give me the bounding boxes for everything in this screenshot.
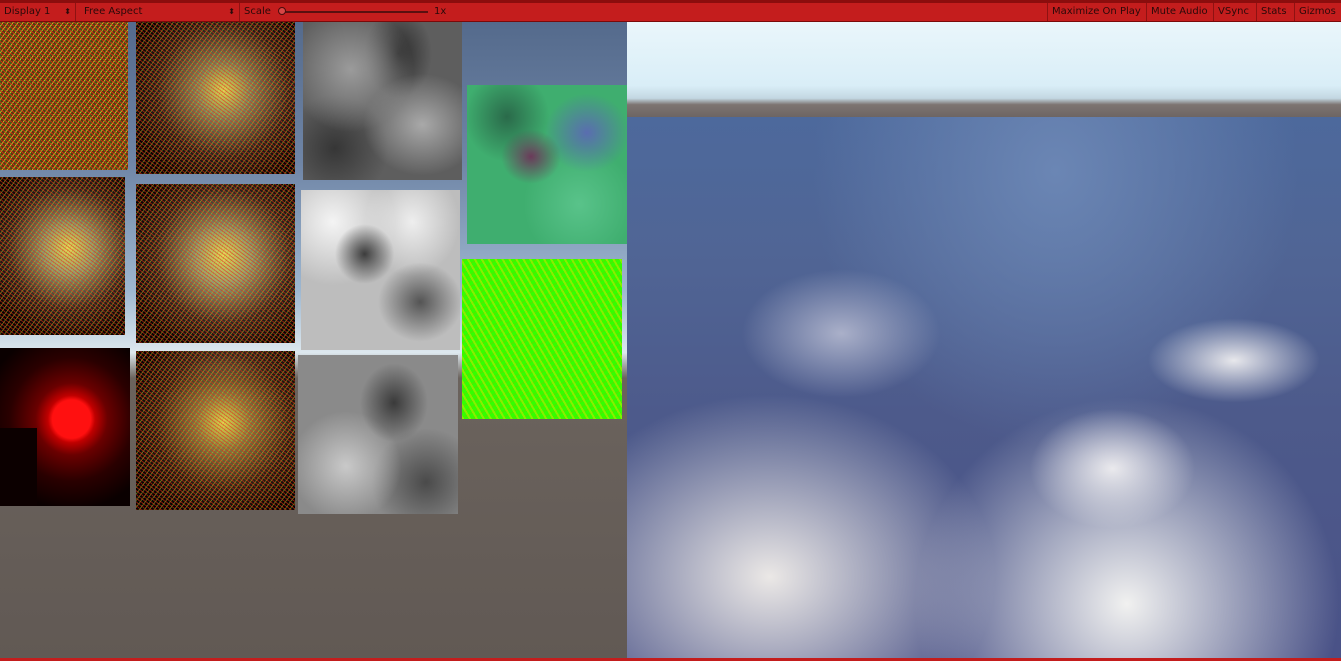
- noise-texture: [0, 177, 125, 335]
- cloud-noise-texture: [298, 355, 458, 514]
- glow-texture: [0, 348, 130, 506]
- vsync-button[interactable]: VSync: [1213, 3, 1253, 21]
- scale-slider-thumb[interactable]: [278, 7, 286, 15]
- game-viewport[interactable]: [627, 22, 1341, 658]
- cloud-noise-texture: [301, 190, 460, 350]
- gizmos-button[interactable]: Gizmos: [1294, 3, 1340, 21]
- aspect-dropdown[interactable]: Free Aspect ⬍: [80, 3, 240, 21]
- texture-preview-area: [0, 22, 627, 658]
- green-noise-texture: [462, 259, 622, 419]
- chevron-down-icon: ⬍: [64, 7, 71, 16]
- display-label: Display 1: [4, 6, 51, 17]
- chevron-down-icon: ⬍: [228, 7, 235, 16]
- maximize-on-play-button[interactable]: Maximize On Play: [1047, 3, 1145, 21]
- game-view-toolbar: Display 1 ⬍ Free Aspect ⬍ Scale 1x Maxim…: [0, 0, 1341, 22]
- scale-value: 1x: [434, 6, 447, 17]
- aspect-label: Free Aspect: [84, 6, 143, 17]
- color-noise-texture: [467, 85, 627, 244]
- display-dropdown[interactable]: Display 1 ⬍: [0, 3, 76, 21]
- mute-audio-button[interactable]: Mute Audio: [1146, 3, 1212, 21]
- scale-slider-track[interactable]: [282, 11, 428, 13]
- noise-texture: [0, 22, 128, 170]
- terrain-render: [627, 117, 1341, 658]
- stats-button[interactable]: Stats: [1256, 3, 1291, 21]
- noise-texture: [136, 22, 295, 174]
- noise-texture: [136, 351, 295, 510]
- scale-label: Scale: [244, 6, 271, 17]
- cloud-noise-texture: [303, 22, 462, 180]
- noise-texture: [136, 184, 295, 343]
